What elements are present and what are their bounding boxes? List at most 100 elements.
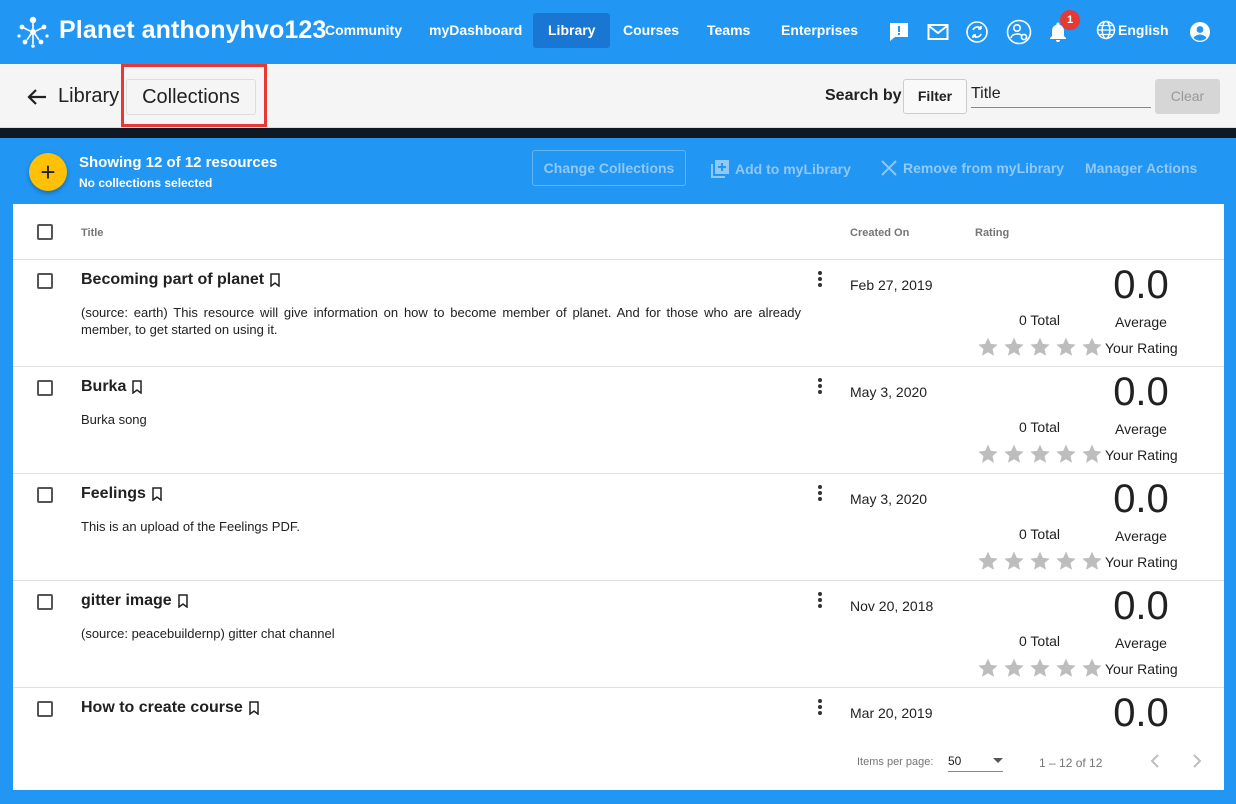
brand-title[interactable]: Planet anthonyhvo123 (59, 16, 326, 45)
rating-total: 0 Total (1019, 419, 1060, 435)
mail-icon[interactable] (926, 20, 950, 44)
star-icon[interactable] (1003, 443, 1025, 465)
star-icon[interactable] (1029, 657, 1051, 679)
account-circle-icon[interactable] (1188, 20, 1212, 44)
more-vert-icon[interactable] (816, 699, 824, 717)
header-title[interactable]: Title (81, 227, 103, 239)
row-checkbox[interactable] (37, 701, 53, 717)
rating-total: 0 Total (1019, 312, 1060, 328)
clear-button[interactable]: Clear (1155, 79, 1220, 114)
star-icon[interactable] (1003, 657, 1025, 679)
close-icon (881, 160, 897, 176)
planet-logo-icon[interactable] (16, 14, 50, 50)
collections-status: No collections selected (79, 176, 213, 190)
star-icon[interactable] (1081, 657, 1103, 679)
row-checkbox[interactable] (37, 594, 53, 610)
resource-description: This is an upload of the Feelings PDF. (81, 519, 300, 534)
bookmark-icon[interactable] (177, 594, 189, 608)
nav-enterprises[interactable]: Enterprises (766, 13, 873, 48)
previous-page-icon[interactable] (1147, 752, 1165, 770)
collections-button[interactable]: Collections (126, 79, 256, 115)
manager-actions-button[interactable]: Manager Actions (1085, 160, 1197, 176)
nav-community[interactable]: Community (310, 13, 417, 48)
more-vert-icon[interactable] (816, 378, 824, 396)
change-collections-button[interactable]: Change Collections (532, 150, 686, 186)
back-arrow-icon[interactable] (26, 86, 48, 108)
sync-icon[interactable] (965, 20, 989, 44)
rating-average-value: 0.0 (1113, 263, 1169, 307)
remove-from-mylibrary-button[interactable]: Remove from myLibrary (879, 158, 1064, 178)
your-rating-label: Your Rating (1105, 661, 1178, 677)
next-page-icon[interactable] (1187, 752, 1205, 770)
rating-stars[interactable] (977, 657, 1107, 679)
add-to-mylibrary-button[interactable]: Add to myLibrary (709, 158, 851, 180)
resources-card: + Showing 12 of 12 resources No collecti… (13, 140, 1224, 790)
star-icon[interactable] (977, 550, 999, 572)
bookmark-icon[interactable] (131, 380, 143, 394)
selection-toolbar: + Showing 12 of 12 resources No collecti… (13, 140, 1224, 204)
rating-average-label: Average (1115, 635, 1167, 651)
bookmark-icon[interactable] (151, 487, 163, 501)
library-add-icon (711, 160, 729, 178)
your-rating-label: Your Rating (1105, 447, 1178, 463)
star-icon[interactable] (1055, 443, 1077, 465)
resource-description: (source: earth) This resource will give … (81, 305, 801, 337)
header-rating[interactable]: Rating (975, 227, 1009, 239)
resource-title[interactable]: Becoming part of planet (81, 271, 264, 289)
star-icon[interactable] (1003, 550, 1025, 572)
search-by-label: Search by: (825, 87, 907, 104)
language-selector[interactable]: English (1096, 20, 1169, 40)
star-icon[interactable] (1081, 550, 1103, 572)
star-icon[interactable] (977, 443, 999, 465)
more-vert-icon[interactable] (816, 271, 824, 289)
table-row[interactable]: Feelings This is an upload of the Feeling… (13, 474, 1224, 581)
star-icon[interactable] (1029, 550, 1051, 572)
header-created-on[interactable]: Created On (850, 227, 909, 239)
more-vert-icon[interactable] (816, 485, 824, 503)
row-checkbox[interactable] (37, 273, 53, 289)
globe-icon (1096, 20, 1116, 40)
star-icon[interactable] (1055, 657, 1077, 679)
table-row[interactable]: gitter image (source: peacebuildernp) git… (13, 581, 1224, 688)
feedback-icon[interactable] (887, 20, 911, 44)
items-per-page-select[interactable]: 50 (948, 750, 1003, 772)
resource-title-link[interactable]: How to create course (81, 699, 260, 717)
add-resource-button[interactable]: + (29, 153, 67, 191)
more-vert-icon[interactable] (816, 592, 824, 610)
rating-stars[interactable] (977, 550, 1107, 572)
star-icon[interactable] (977, 336, 999, 358)
table-row[interactable]: Burka Burka song May 3, 2020 0 Total 0.0 Aver… (13, 367, 1224, 474)
nav-mydashboard[interactable]: myDashboard (414, 13, 537, 48)
bookmark-icon[interactable] (269, 273, 281, 287)
search-title-input[interactable] (971, 80, 1151, 108)
resource-title[interactable]: How to create course (81, 699, 243, 717)
table-row[interactable]: Becoming part of planet (source: earth) T… (13, 260, 1224, 367)
star-icon[interactable] (1029, 336, 1051, 358)
filter-button[interactable]: Filter (903, 79, 967, 114)
row-checkbox[interactable] (37, 380, 53, 396)
resource-title-link[interactable]: gitter image (81, 592, 189, 610)
star-icon[interactable] (1055, 550, 1077, 572)
star-icon[interactable] (1081, 443, 1103, 465)
star-icon[interactable] (1003, 336, 1025, 358)
resource-title[interactable]: gitter image (81, 592, 172, 610)
row-checkbox[interactable] (37, 487, 53, 503)
resource-title-link[interactable]: Feelings (81, 485, 163, 503)
resource-title[interactable]: Burka (81, 378, 126, 396)
rating-stars[interactable] (977, 336, 1107, 358)
nav-courses[interactable]: Courses (608, 13, 694, 48)
star-icon[interactable] (1055, 336, 1077, 358)
star-icon[interactable] (1081, 336, 1103, 358)
nav-teams[interactable]: Teams (692, 13, 765, 48)
rating-stars[interactable] (977, 443, 1107, 465)
resource-title-link[interactable]: Becoming part of planet (81, 271, 281, 289)
bookmark-icon[interactable] (248, 701, 260, 715)
your-rating-label: Your Rating (1105, 554, 1178, 570)
resource-title[interactable]: Feelings (81, 485, 146, 503)
select-all-checkbox[interactable] (37, 224, 53, 240)
user-settings-icon[interactable] (1006, 19, 1032, 45)
star-icon[interactable] (1029, 443, 1051, 465)
resource-title-link[interactable]: Burka (81, 378, 143, 396)
nav-library[interactable]: Library (533, 13, 611, 48)
star-icon[interactable] (977, 657, 999, 679)
